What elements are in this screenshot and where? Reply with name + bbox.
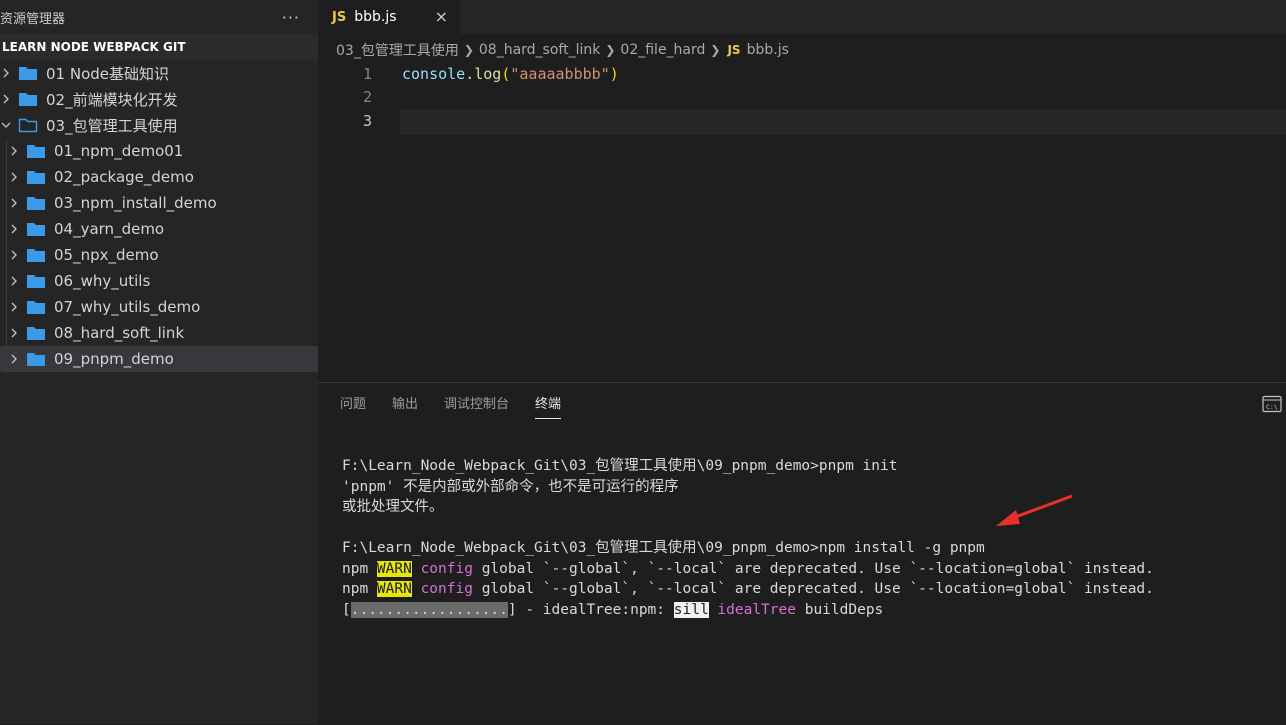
breadcrumb-item[interactable]: bbb.js: [747, 42, 789, 58]
folder-icon: [26, 351, 46, 367]
tree-folder-label: 02_package_demo: [54, 168, 194, 186]
tree-folder-label: 07_why_utils_demo: [54, 298, 201, 316]
tree-folder-01-npm-demo01[interactable]: 01_npm_demo01: [0, 138, 318, 164]
progress-bar: ..................: [350, 601, 508, 618]
tab-bbb-js[interactable]: JS bbb.js ×: [318, 0, 460, 34]
warn-badge: WARN: [376, 560, 412, 577]
terminal-line: F:\Learn_Node_Webpack_Git\03_包管理工具使用\09_…: [342, 540, 985, 556]
code-text: console.log("aaaaabbbb"): [402, 65, 619, 83]
tree-folder-label: 09_pnpm_demo: [54, 350, 174, 368]
code-token-dot: .: [465, 65, 475, 83]
code-token-paren: ): [609, 65, 619, 83]
workspace-section-title[interactable]: LEARN NODE WEBPACK GIT: [0, 34, 318, 60]
tree-folder-label: 01_npm_demo01: [54, 142, 184, 160]
terminal-icon[interactable]: C:\: [1262, 395, 1282, 413]
breadcrumb-item[interactable]: 08_hard_soft_link: [479, 42, 600, 58]
tree-folder-08-hard-soft-link[interactable]: 08_hard_soft_link: [0, 320, 318, 346]
terminal-line: F:\Learn_Node_Webpack_Git\03_包管理工具使用\09_…: [342, 458, 898, 474]
terminal-warn-line: npm WARN config global `--global`, `--lo…: [342, 579, 1282, 600]
line-number: 2: [362, 88, 372, 106]
breadcrumb-item[interactable]: 02_file_hard: [620, 42, 705, 58]
terminal-line: 或批处理文件。: [342, 499, 444, 515]
warn-message: global `--global`, `--local` are depreca…: [472, 560, 1154, 577]
folder-icon: [26, 143, 46, 159]
explorer-title: 资源管理器: [0, 11, 66, 27]
config-keyword: config: [420, 560, 473, 577]
code-token-string: "aaaaabbbb": [510, 65, 610, 83]
progress-open: [: [342, 601, 351, 618]
explorer-header: 资源管理器 ···: [0, 0, 318, 34]
tree-folder-label: 08_hard_soft_link: [54, 324, 185, 342]
tree-folder-05-npx-demo[interactable]: 05_npx_demo: [0, 242, 318, 268]
tab-debug-console[interactable]: 调试控制台: [444, 393, 509, 419]
svg-text:C:\: C:\: [1266, 403, 1278, 411]
chevron-right-icon: [8, 223, 20, 235]
folder-icon: [26, 273, 46, 289]
npm-prefix: npm: [342, 581, 377, 597]
config-keyword: config: [420, 581, 473, 597]
tree-folder-06-why-utils[interactable]: 06_why_utils: [0, 268, 318, 294]
tree-folder-04-yarn-demo[interactable]: 04_yarn_demo: [0, 216, 318, 242]
tab-terminal[interactable]: 终端: [535, 393, 562, 419]
folder-icon: [26, 325, 46, 341]
chevron-right-icon: [8, 145, 20, 157]
chevron-right-icon: [8, 327, 20, 339]
breadcrumb-item[interactable]: 03_包管理工具使用: [336, 40, 459, 60]
line-number: 1: [362, 65, 372, 83]
tree-folder-02-package-demo[interactable]: 02_package_demo: [0, 164, 318, 190]
javascript-file-icon: JS: [332, 9, 347, 25]
tree-folder-07-why-utils-demo[interactable]: 07_why_utils_demo: [0, 294, 318, 320]
chevron-right-icon: ❯: [463, 43, 474, 57]
tab-label: bbb.js: [354, 9, 397, 25]
chevron-right-icon: [8, 171, 20, 183]
tab-output[interactable]: 输出: [392, 393, 418, 419]
warn-badge: WARN: [376, 581, 412, 597]
tree-folder-label: 05_npx_demo: [54, 246, 159, 264]
tree-folder-03-npm-install-demo[interactable]: 03_npm_install_demo: [0, 190, 318, 216]
tree-folder-label: 04_yarn_demo: [54, 220, 165, 238]
bottom-panel: 问题 输出 调试控制台 终端 C:\ F:\Learn_Node_Webpack…: [318, 382, 1286, 725]
code-token-object: console: [402, 65, 466, 83]
idealtree-keyword: idealTree: [717, 601, 796, 618]
folder-icon: [26, 169, 46, 185]
chevron-right-icon: [8, 275, 20, 287]
breadcrumb: 03_包管理工具使用 ❯ 08_hard_soft_link ❯ 02_file…: [336, 40, 789, 60]
terminal-output[interactable]: F:\Learn_Node_Webpack_Git\03_包管理工具使用\09_…: [342, 456, 1282, 620]
terminal-warn-line: npm WARN config global `--global`, `--lo…: [342, 559, 1282, 580]
close-icon[interactable]: ×: [435, 7, 448, 26]
chevron-right-icon: ❯: [605, 43, 616, 57]
panel-tabs: 问题 输出 调试控制台 终端: [340, 393, 587, 419]
code-token-function: log: [474, 65, 502, 83]
code-line-current[interactable]: 3: [0, 110, 1286, 132]
editor-tab-bar: JS bbb.js ×: [318, 0, 1286, 34]
tab-problems[interactable]: 问题: [340, 393, 366, 419]
chevron-right-icon: [8, 301, 20, 313]
terminal-line: 'pnpm' 不是内部或外部命令，也不是可运行的程序: [342, 478, 679, 495]
more-actions-icon[interactable]: ···: [282, 8, 300, 27]
sill-badge: sill: [673, 601, 709, 618]
folder-icon: [26, 299, 46, 315]
terminal-progress-line: [..................] - idealTree:npm: si…: [342, 600, 1282, 621]
code-line[interactable]: 1 console.log("aaaaabbbb"): [0, 63, 1286, 85]
explorer-sidebar: 资源管理器 ··· LEARN NODE WEBPACK GIT 01 Node…: [0, 0, 318, 724]
warn-message: global `--global`, `--local` are depreca…: [472, 581, 1154, 597]
chevron-right-icon: [8, 353, 20, 365]
folder-icon: [26, 247, 46, 263]
chevron-right-icon: [8, 249, 20, 261]
folder-icon: [26, 195, 46, 211]
tree-folder-label: 06_why_utils: [54, 272, 151, 290]
chevron-right-icon: ❯: [710, 43, 721, 57]
tree-folder-09-pnpm-demo[interactable]: 09_pnpm_demo: [0, 346, 318, 372]
builddeps-text: buildDeps: [795, 601, 884, 618]
javascript-file-icon: JS: [727, 43, 741, 57]
line-number: 3: [362, 112, 372, 130]
code-line[interactable]: 2: [0, 86, 1286, 108]
tree-folder-label: 03_npm_install_demo: [54, 194, 217, 212]
npm-prefix: npm: [342, 560, 377, 577]
chevron-right-icon: [8, 197, 20, 209]
folder-icon: [26, 221, 46, 237]
progress-label: ] - idealTree:npm:: [507, 601, 674, 618]
annotation-arrow-icon: [996, 494, 1073, 526]
